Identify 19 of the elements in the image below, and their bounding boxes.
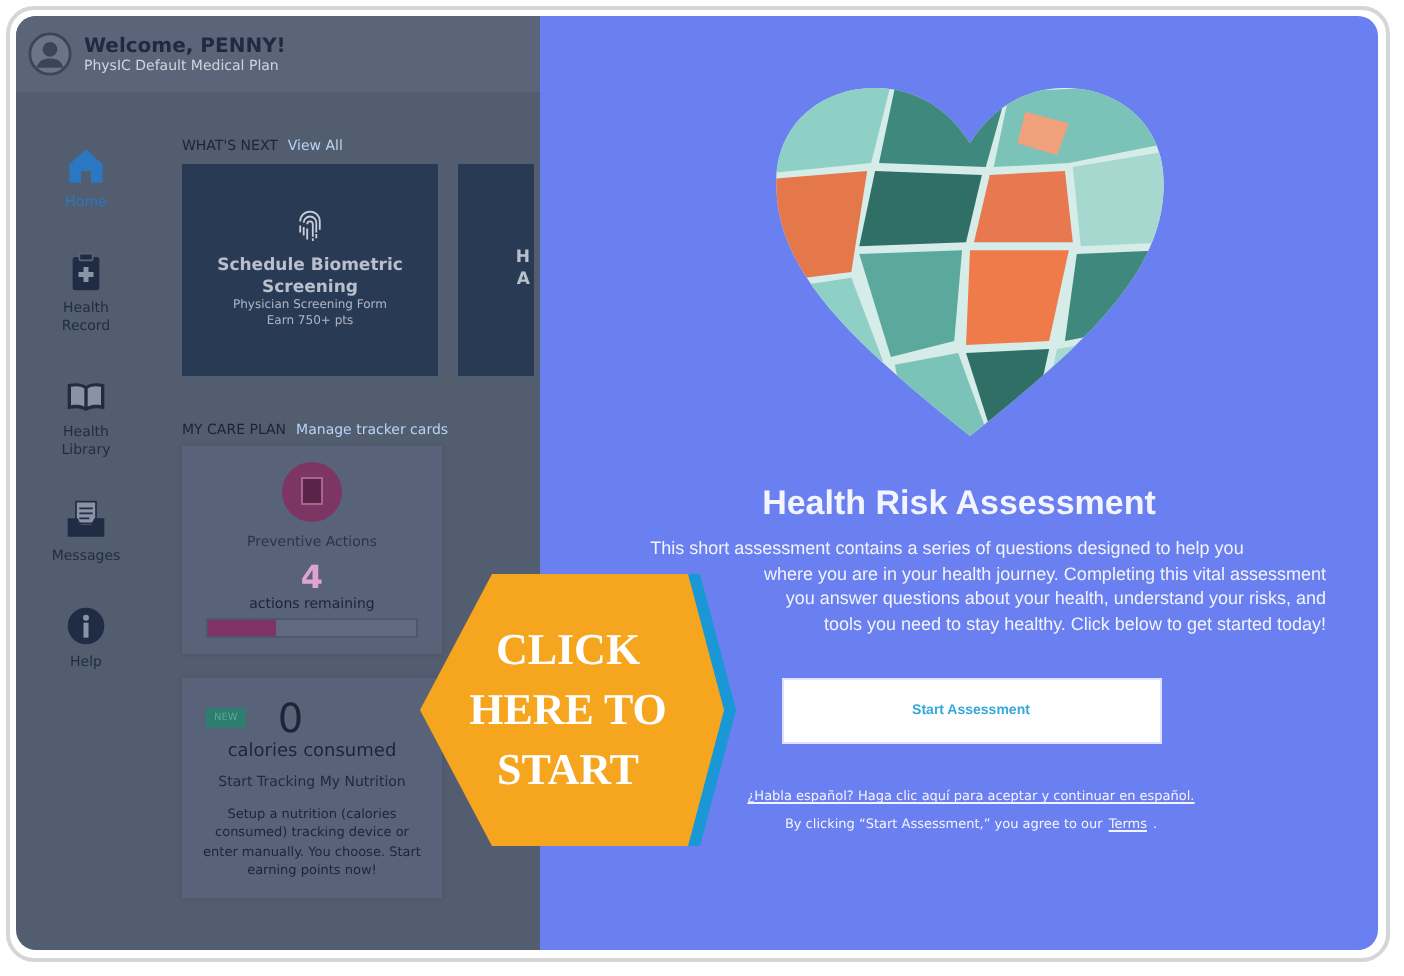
clipboard-icon (282, 462, 342, 522)
card-title: H A (515, 248, 530, 292)
description-line: where you are in your health journey. Completing this vital assessment (764, 561, 1326, 586)
click-here-to-start-button[interactable]: CLICK HERE TO START (420, 570, 740, 850)
house-icon (66, 144, 106, 188)
task-card[interactable]: H A (458, 164, 534, 376)
description-line: tools you need to stay healthy. Click below to get started today! (824, 611, 1326, 636)
count-caption: calories consumed (227, 742, 397, 762)
count-value: 0 (277, 694, 304, 742)
card-title: Schedule Biometric Screening (217, 256, 403, 299)
welcome-text: Welcome, PENNY! (84, 35, 286, 57)
description-line: you answer questions about your health, understand your risks, and (785, 586, 1326, 611)
inbox-icon (66, 497, 106, 542)
avatar-icon[interactable] (28, 32, 72, 76)
fingerprint-icon (296, 210, 324, 245)
count-value: 4 (300, 558, 324, 596)
assessment-title: Health Risk Assessment (762, 484, 1156, 524)
info-icon (66, 604, 106, 649)
description-line: This short assessment contains a series of questions designed to help you (650, 536, 1244, 561)
